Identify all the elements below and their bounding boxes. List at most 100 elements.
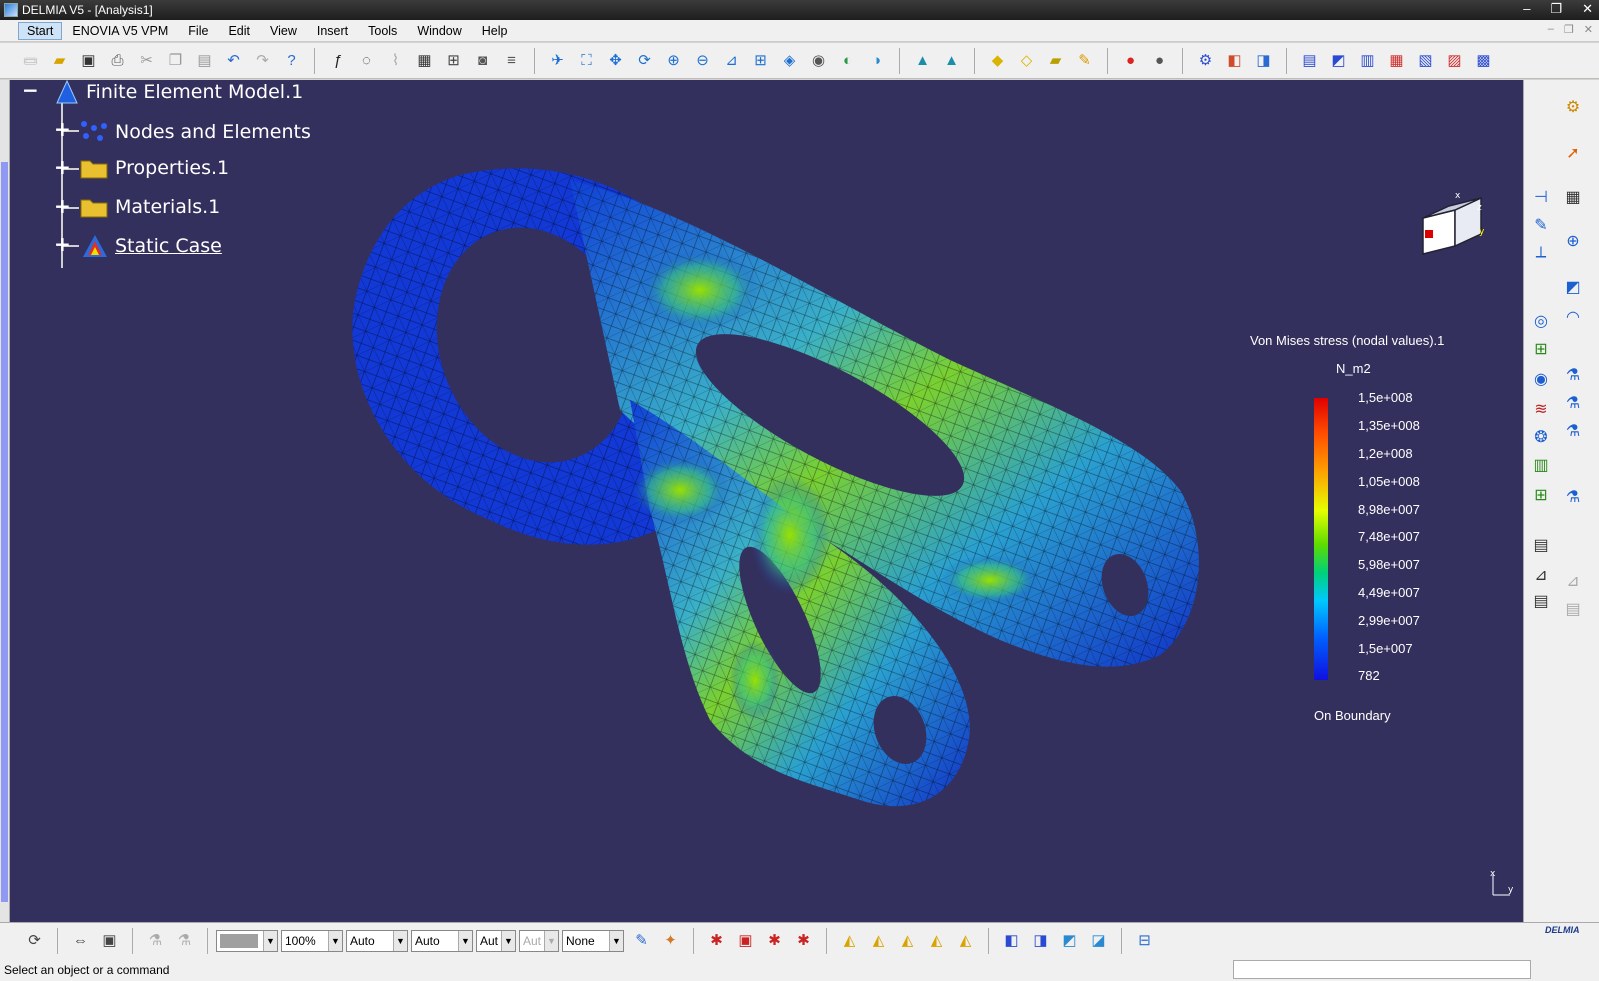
simulation-icon[interactable]: ▤ <box>1299 50 1321 72</box>
menu-help[interactable]: Help <box>472 24 518 38</box>
layer-combo[interactable]: Aut ▼ <box>519 929 559 952</box>
zoom-analysis-icon[interactable]: ⊕ <box>1562 230 1584 252</box>
tree-item-nodes-elements[interactable]: Nodes and Elements <box>78 118 311 146</box>
pan-icon[interactable]: ✥ <box>605 50 627 72</box>
compass-icon[interactable]: x z y <box>1415 188 1495 268</box>
measure-icon[interactable]: ⊿ <box>1530 564 1552 586</box>
traffic-light-icon[interactable]: ● <box>1120 50 1142 72</box>
edit-icon[interactable]: ✎ <box>1074 50 1096 72</box>
save-icon[interactable]: ▣ <box>78 50 100 72</box>
report-icon[interactable]: ▦ <box>1386 50 1408 72</box>
copy-icon[interactable]: ❐ <box>165 50 187 72</box>
zoom-combo[interactable]: 100% ▼ <box>281 929 343 952</box>
linetype-combo[interactable]: Auto ▼ <box>346 929 408 952</box>
comment-icon[interactable]: ◌ <box>356 50 378 72</box>
fly-mode-icon[interactable]: ✈ <box>547 50 569 72</box>
tree-icon[interactable]: ⊞ <box>443 50 465 72</box>
layer1-icon[interactable]: ◭ <box>839 930 861 952</box>
multi-view-icon[interactable]: ⊞ <box>750 50 772 72</box>
sim-stop-icon[interactable]: ✱ <box>793 930 815 952</box>
doc-restore-button[interactable]: ❐ <box>1564 23 1574 36</box>
section-icon[interactable]: ≋ <box>1530 398 1552 420</box>
cut-bottom2-icon[interactable]: ⚗ <box>174 930 196 952</box>
tree-scrollbar[interactable] <box>0 80 10 922</box>
layer5-icon[interactable]: ◭ <box>955 930 977 952</box>
axes-icon[interactable]: ⟂ <box>1530 242 1552 264</box>
hide-show-icon[interactable]: ◐ <box>837 50 859 72</box>
select-icon[interactable]: ➚ <box>1562 142 1584 164</box>
restraint-icon[interactable]: ⊣ <box>1530 186 1552 208</box>
properties-icon[interactable]: ▣ <box>99 930 121 952</box>
robot-icon[interactable]: ◩ <box>1328 50 1350 72</box>
cube3-icon[interactable]: ◩ <box>1059 930 1081 952</box>
menu-insert[interactable]: Insert <box>307 24 358 38</box>
report-list-icon[interactable]: ▤ <box>1530 590 1552 612</box>
mesh-edit-icon[interactable]: ⊞ <box>1530 338 1552 360</box>
close-button[interactable]: ✕ <box>1582 1 1593 17</box>
expand-properties-icon[interactable]: + <box>54 157 71 177</box>
zoom-in-icon[interactable]: ⊕ <box>663 50 685 72</box>
collapse-root-icon[interactable]: − <box>22 80 39 100</box>
deformation-icon[interactable]: ◠ <box>1562 306 1584 328</box>
tree-item-properties[interactable]: Properties.1 <box>80 156 229 180</box>
sphere-icon[interactable]: ● <box>1149 50 1171 72</box>
sphere-settings-icon[interactable]: ❂ <box>1530 426 1552 448</box>
formula-icon[interactable]: ƒ <box>327 50 349 72</box>
tree-item-static-case[interactable]: Static Case <box>82 233 222 259</box>
catalog-icon[interactable]: ◙ <box>472 50 494 72</box>
menu-view[interactable]: View <box>260 24 307 38</box>
process-icon[interactable]: ◧ <box>1224 50 1246 72</box>
print-icon[interactable]: ⎙ <box>107 50 129 72</box>
report-disabled-icon[interactable]: ▤ <box>1562 598 1584 620</box>
sketch-icon[interactable]: ▰ <box>1045 50 1067 72</box>
cube4-icon[interactable]: ◪ <box>1088 930 1110 952</box>
paint-icon[interactable]: ✦ <box>660 930 682 952</box>
layout-icon[interactable]: ▩ <box>1473 50 1495 72</box>
point-combo[interactable]: Aut ▼ <box>476 929 516 952</box>
cut-icon[interactable]: ✂ <box>136 50 158 72</box>
expand-materials-icon[interactable]: + <box>54 196 71 216</box>
resource-icon[interactable]: ⚙ <box>1195 50 1217 72</box>
scroll-thumb[interactable] <box>1 162 8 902</box>
sensor-icon[interactable]: ⚗ <box>1562 364 1584 386</box>
normal-view-icon[interactable]: ⊿ <box>721 50 743 72</box>
menu-edit[interactable]: Edit <box>218 24 260 38</box>
settings-icon[interactable]: ⚙ <box>1562 96 1584 118</box>
new-icon[interactable]: ▭ <box>20 50 42 72</box>
calculator-icon[interactable]: ▦ <box>1562 186 1584 208</box>
report-doc-icon[interactable]: ▤ <box>1530 534 1552 556</box>
knowledge-icon[interactable]: ⌇ <box>385 50 407 72</box>
refresh-icon[interactable]: ⟳ <box>24 930 46 952</box>
brush-icon[interactable]: ✎ <box>631 930 653 952</box>
color-map-icon[interactable]: ▥ <box>1530 454 1552 476</box>
cube2-icon[interactable]: ◨ <box>1030 930 1052 952</box>
swap-space-icon[interactable]: ◑ <box>866 50 888 72</box>
undo-icon[interactable]: ↶ <box>223 50 245 72</box>
image-icon[interactable]: ◩ <box>1562 276 1584 298</box>
layer2-icon[interactable]: ◭ <box>868 930 890 952</box>
product-icon[interactable]: ◨ <box>1253 50 1275 72</box>
cube-icon[interactable]: ◧ <box>1001 930 1023 952</box>
menu-start[interactable]: Start <box>18 21 63 40</box>
fit-all-icon[interactable]: ⛶ <box>576 50 598 72</box>
mesh-part-icon[interactable]: ▲ <box>912 50 934 72</box>
plane-icon[interactable]: ◇ <box>1016 50 1038 72</box>
expand-nodes-icon[interactable]: + <box>54 119 71 139</box>
maximize-button[interactable]: ❐ <box>1550 1 1562 17</box>
menu-enovia[interactable]: ENOVIA V5 VPM <box>62 24 178 38</box>
tree-item-materials[interactable]: Materials.1 <box>80 195 220 219</box>
command-input[interactable] <box>1233 960 1531 979</box>
table-icon[interactable]: ▦ <box>414 50 436 72</box>
menu-window[interactable]: Window <box>407 24 471 38</box>
sim-step-icon[interactable]: ✱ <box>764 930 786 952</box>
paste-icon[interactable]: ▤ <box>194 50 216 72</box>
menu-tools[interactable]: Tools <box>358 24 407 38</box>
minimize-button[interactable]: – <box>1523 1 1530 17</box>
menu-file[interactable]: File <box>178 24 218 38</box>
sequence-icon[interactable]: ▧ <box>1415 50 1437 72</box>
sim-run-icon[interactable]: ▣ <box>735 930 757 952</box>
redo-icon[interactable]: ↷ <box>252 50 274 72</box>
measure-disabled-icon[interactable]: ⊿ <box>1562 570 1584 592</box>
render-combo[interactable]: None ▼ <box>562 929 624 952</box>
structure-icon[interactable]: ≡ <box>501 50 523 72</box>
